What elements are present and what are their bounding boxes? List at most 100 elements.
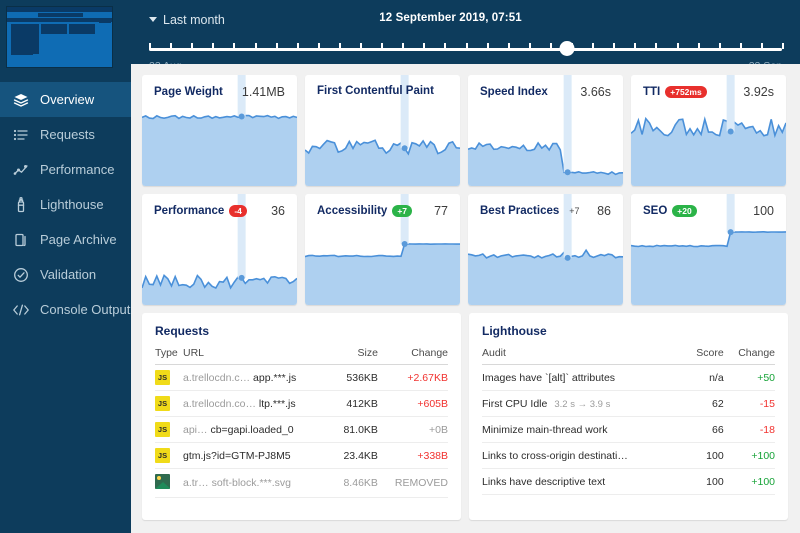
selected-date-label: 12 September 2019, 07:51 [379,12,522,24]
lighthouse-panel: Lighthouse Audit Score Change Images hav… [469,313,788,520]
column-header-change[interactable]: Change [723,347,775,365]
table-header-row: Audit Score Change [482,347,775,365]
slider-tick [338,43,341,49]
metric-card-first-contentful-paint[interactable]: First Contentful Paint [305,75,460,186]
request-url-cell[interactable]: a.trellocdn.co… ltp.***.js [183,390,333,417]
column-header-audit[interactable]: Audit [482,347,686,365]
table-row[interactable]: JS api… cb=gapi.loaded_0 81.0KB +0B [155,416,448,443]
metric-card-value: 3.92s [743,85,774,99]
list-icon [11,126,31,144]
content-area: Page Weight 1.41MB First Contentful Paint… [131,64,800,533]
request-url-prefix: a.trellocdn.c… [183,371,251,384]
audit-name-cell[interactable]: Links to cross-origin destinati… [482,442,686,469]
metric-card-value: 1.41MB [241,85,285,99]
column-header-change[interactable]: Change [377,347,448,365]
sidebar-item-validation[interactable]: Validation [0,257,131,292]
slider-tick [697,43,700,49]
metric-card-title: SEO [643,205,668,217]
column-header-score[interactable]: Score [685,347,724,365]
metric-card-header: Accessibility +7 77 [305,194,460,218]
metric-card-performance[interactable]: Performance -4 36 [142,194,297,305]
image-file-icon [155,474,170,489]
audit-score-cell: n/a [685,364,724,391]
page-screenshot-thumbnail[interactable] [6,6,113,68]
sidebar-item-label: Performance [40,162,115,177]
request-size-cell: 536KB [332,364,378,391]
sidebar-item-page-archive[interactable]: Page Archive [0,222,131,257]
slider-tick [402,43,405,49]
request-size-cell: 23.4KB [332,442,378,469]
table-row[interactable]: First CPU Idle 3.2 s → 3.9 s 62 -15 [482,390,775,417]
request-url-cell[interactable]: gtm.js?id=GTM-PJ8M5 [183,442,333,469]
slider-tick [718,43,721,49]
sidebar-item-label: Validation [40,267,97,282]
slider-ticks [149,43,784,49]
slider-tick [507,43,510,49]
requests-panel-title: Requests [155,324,210,338]
slider-tick [233,43,236,49]
request-url-cell[interactable]: api… cb=gapi.loaded_0 [183,416,333,443]
metric-card-seo[interactable]: SEO +20 100 [631,194,786,305]
table-row[interactable]: JS a.trellocdn.c… app.***.js 536KB +2.67KB [155,364,448,391]
thumbnail-wrapper [0,0,131,68]
code-brackets-icon [11,301,31,319]
sidebar-item-requests[interactable]: Requests [0,117,131,152]
sidebar-item-overview[interactable]: Overview [0,82,131,117]
sidebar-item-label: Requests [40,127,95,142]
table-row[interactable]: Images have `[alt]` attributes n/a +50 [482,364,775,391]
table-row[interactable]: Minimize main-thread work 66 -18 [482,416,775,443]
request-url-name: app.***.js [253,371,297,384]
request-change-cell: +0B [377,416,448,443]
request-change-cell: +2.67KB [377,364,448,391]
scatter-line-icon [11,161,31,179]
metric-card-tti[interactable]: TTI +752ms 3.92s [631,75,786,186]
metric-card-speed-index[interactable]: Speed Index 3.66s [468,75,623,186]
sidebar-item-console-output[interactable]: Console Output [0,292,131,327]
audit-score-cell: 100 [685,468,724,495]
table-row[interactable]: JS a.trellocdn.co… ltp.***.js 412KB +605B [155,390,448,417]
metric-card-value: 77 [434,204,448,218]
slider-tick [170,43,173,49]
slider-tick [360,43,362,49]
metric-delta-badge: -4 [229,204,247,218]
request-url-name: cb=gapi.loaded_0 [210,423,294,436]
audit-label: First CPU Idle [482,397,548,410]
audit-name-cell[interactable]: First CPU Idle 3.2 s → 3.9 s [482,390,686,417]
audit-label: Images have `[alt]` attributes [482,371,616,384]
column-header-url[interactable]: URL [183,347,333,365]
table-row[interactable]: Links to cross-origin destinati… 100 +100 [482,442,775,469]
request-url-cell[interactable]: a.tr… soft-block.***.svg [183,468,333,498]
main-area: Last month 12 September 2019, 07:51 23 A… [131,0,800,533]
request-url-cell[interactable]: a.trellocdn.c… app.***.js [183,364,333,391]
table-row[interactable]: Links have descriptive text 100 +100 [482,468,775,495]
table-row[interactable]: a.tr… soft-block.***.svg 8.46KB REMOVED [155,468,448,498]
audit-name-cell[interactable]: Links have descriptive text [482,468,686,495]
slider-tick [760,43,763,49]
timeline-slider[interactable] [149,39,784,57]
metric-card-page-weight[interactable]: Page Weight 1.41MB [142,75,297,186]
column-header-type[interactable]: Type [155,347,183,365]
sidebar-item-label: Page Archive [40,232,117,247]
audit-name-cell[interactable]: Images have `[alt]` attributes [482,364,686,391]
column-header-size[interactable]: Size [332,347,378,365]
lighthouse-icon [11,196,31,214]
audit-score-cell: 66 [685,416,724,443]
metric-card-accessibility[interactable]: Accessibility +7 77 [305,194,460,305]
layers-icon [11,91,31,109]
sidebar-item-lighthouse[interactable]: Lighthouse [0,187,131,222]
sidebar-item-performance[interactable]: Performance [0,152,131,187]
metric-card-best-practices[interactable]: Best Practices +7 86 [468,194,623,305]
request-type-cell: JS [155,416,183,443]
slider-tick [592,43,595,49]
request-type-cell: JS [155,364,183,391]
metric-card-header: TTI +752ms 3.92s [631,75,786,99]
request-change-cell: +338B [377,442,448,469]
metric-delta-badge: +7 [392,204,413,218]
audit-name-cell[interactable]: Minimize main-thread work [482,416,686,443]
check-circle-icon [11,266,31,284]
request-type-cell: JS [155,442,183,469]
slider-tick [254,43,257,49]
slider-tick [782,43,784,49]
slider-handle[interactable] [559,41,575,56]
table-row[interactable]: JS gtm.js?id=GTM-PJ8M5 23.4KB +338B [155,442,448,469]
